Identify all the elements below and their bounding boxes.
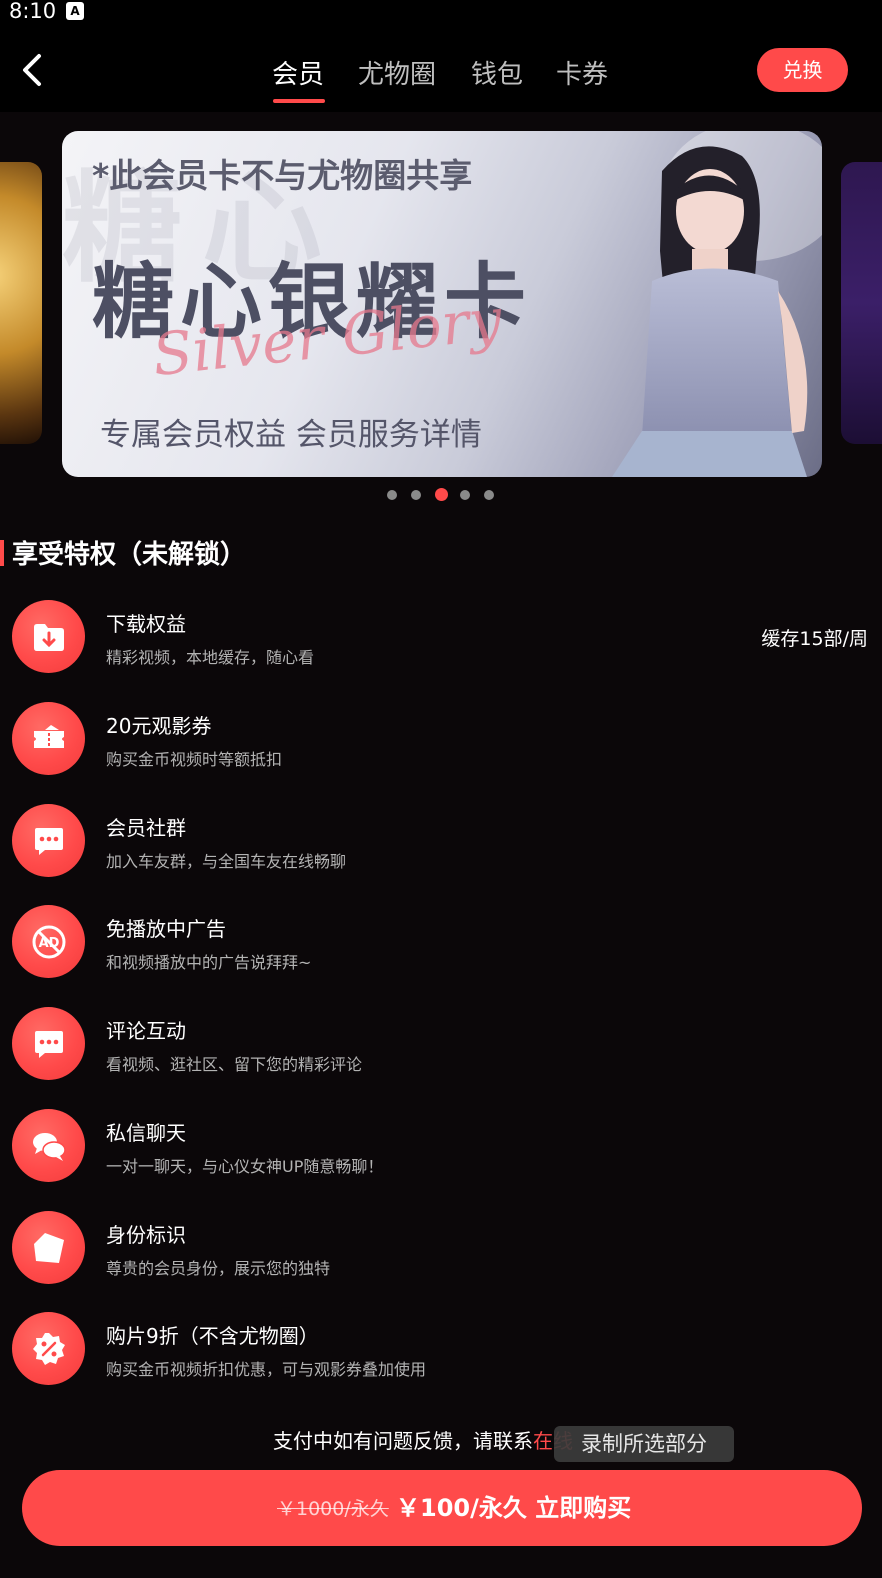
card-note: *此会员卡不与尤物圈共享 bbox=[92, 156, 473, 195]
privilege-item: 20元观影券 购买金币视频时等额抵扣 bbox=[0, 702, 882, 782]
section-title: 享受特权（未解锁） bbox=[12, 540, 247, 570]
privilege-title: 私信聊天 bbox=[106, 1121, 186, 1145]
ad-block-icon: AD bbox=[12, 905, 85, 978]
support-contact-text: 支付中如有问题反馈，请联系 bbox=[273, 1429, 533, 1453]
privilege-title: 20元观影券 bbox=[106, 714, 212, 738]
card-model-image bbox=[612, 131, 822, 477]
pagination-dot[interactable] bbox=[411, 490, 421, 500]
privilege-item: 身份标识 尊贵的会员身份，展示您的独特 bbox=[0, 1211, 882, 1291]
ticket-icon bbox=[12, 702, 85, 775]
tab-youwuquan[interactable]: 尤物圈 bbox=[358, 54, 436, 91]
record-selection-toast[interactable]: 录制所选部分 bbox=[554, 1426, 734, 1462]
privilege-item: 评论互动 看视频、逛社区、留下您的精彩评论 bbox=[0, 1007, 882, 1087]
privilege-item: AD 免播放中广告 和视频播放中的广告说拜拜~ bbox=[0, 905, 882, 985]
back-arrow-icon[interactable] bbox=[18, 52, 48, 88]
privilege-title: 购片9折（不含尤物圈） bbox=[106, 1324, 319, 1348]
card-links: 专属会员权益 会员服务详情 bbox=[100, 417, 482, 453]
previous-card[interactable] bbox=[0, 162, 42, 444]
notification-icon: A bbox=[66, 2, 84, 20]
private-message-icon bbox=[12, 1109, 85, 1182]
status-time: 8:10 bbox=[9, 0, 57, 23]
privilege-title: 会员社群 bbox=[106, 816, 186, 840]
silver-glory-card[interactable]: 糖心 *此会员卡不与尤物圈共享 糖心银耀卡 Silver Glory 专属会员权… bbox=[62, 131, 822, 477]
identity-tag-icon bbox=[12, 1211, 85, 1284]
privilege-desc: 购买金币视频时等额抵扣 bbox=[106, 750, 283, 769]
pagination-dot[interactable] bbox=[484, 490, 494, 500]
exchange-button[interactable]: 兑换 bbox=[757, 48, 848, 92]
pagination-dot[interactable] bbox=[460, 490, 470, 500]
privilege-value: 缓存15部/周 bbox=[761, 628, 868, 650]
privilege-item: 会员社群 加入车友群，与全国车友在线畅聊 bbox=[0, 804, 882, 884]
privilege-desc: 一对一聊天，与心仪女神UP随意畅聊！ bbox=[106, 1157, 384, 1176]
privilege-desc: 加入车友群，与全国车友在线畅聊 bbox=[106, 852, 347, 871]
privilege-title: 身份标识 bbox=[106, 1223, 186, 1247]
tab-coupons[interactable]: 卡券 bbox=[556, 54, 608, 91]
privilege-desc: 尊贵的会员身份，展示您的独特 bbox=[106, 1259, 331, 1278]
discount-badge-icon bbox=[12, 1312, 85, 1385]
privilege-item: 下载权益 精彩视频，本地缓存，随心看 缓存15部/周 bbox=[0, 600, 882, 680]
tab-membership[interactable]: 会员 bbox=[272, 54, 324, 91]
download-folder-icon bbox=[12, 600, 85, 673]
privilege-desc: 购买金币视频折扣优惠，可与观影券叠加使用 bbox=[106, 1360, 427, 1379]
privilege-desc: 和视频播放中的广告说拜拜~ bbox=[106, 953, 312, 972]
privilege-desc: 看视频、逛社区、留下您的精彩评论 bbox=[106, 1055, 363, 1074]
pagination-dot-active[interactable] bbox=[435, 488, 448, 501]
comment-icon bbox=[12, 1007, 85, 1080]
privilege-desc: 精彩视频，本地缓存，随心看 bbox=[106, 648, 315, 667]
support-contact: 支付中如有问题反馈，请联系在线 bbox=[273, 1425, 573, 1454]
privilege-title: 免播放中广告 bbox=[106, 917, 226, 941]
next-card[interactable] bbox=[841, 162, 882, 444]
privilege-item: 购片9折（不含尤物圈） 购买金币视频折扣优惠，可与观影券叠加使用 bbox=[0, 1312, 882, 1392]
membership-card-carousel[interactable]: 糖心 *此会员卡不与尤物圈共享 糖心银耀卡 Silver Glory 专属会员权… bbox=[0, 112, 882, 512]
status-bar: 8:10 A bbox=[0, 0, 882, 26]
section-marker bbox=[0, 540, 4, 566]
svg-text:AD: AD bbox=[39, 936, 60, 951]
original-price: ￥1000/永久 bbox=[277, 1498, 389, 1520]
carousel-pagination bbox=[0, 487, 882, 501]
privilege-title: 下载权益 bbox=[106, 612, 186, 636]
active-tab-indicator bbox=[273, 99, 325, 103]
pagination-dot[interactable] bbox=[387, 490, 397, 500]
top-nav: 会员 尤物圈 钱包 卡券 兑换 bbox=[0, 26, 882, 112]
sale-price-label: ￥100/永久 立即购买 bbox=[396, 1494, 632, 1522]
buy-now-button[interactable]: ￥1000/永久 ￥100/永久 立即购买 bbox=[22, 1470, 862, 1546]
chat-bubble-icon bbox=[12, 804, 85, 877]
tab-wallet[interactable]: 钱包 bbox=[471, 54, 523, 91]
privilege-item: 私信聊天 一对一聊天，与心仪女神UP随意畅聊！ bbox=[0, 1109, 882, 1189]
privilege-title: 评论互动 bbox=[106, 1019, 186, 1043]
